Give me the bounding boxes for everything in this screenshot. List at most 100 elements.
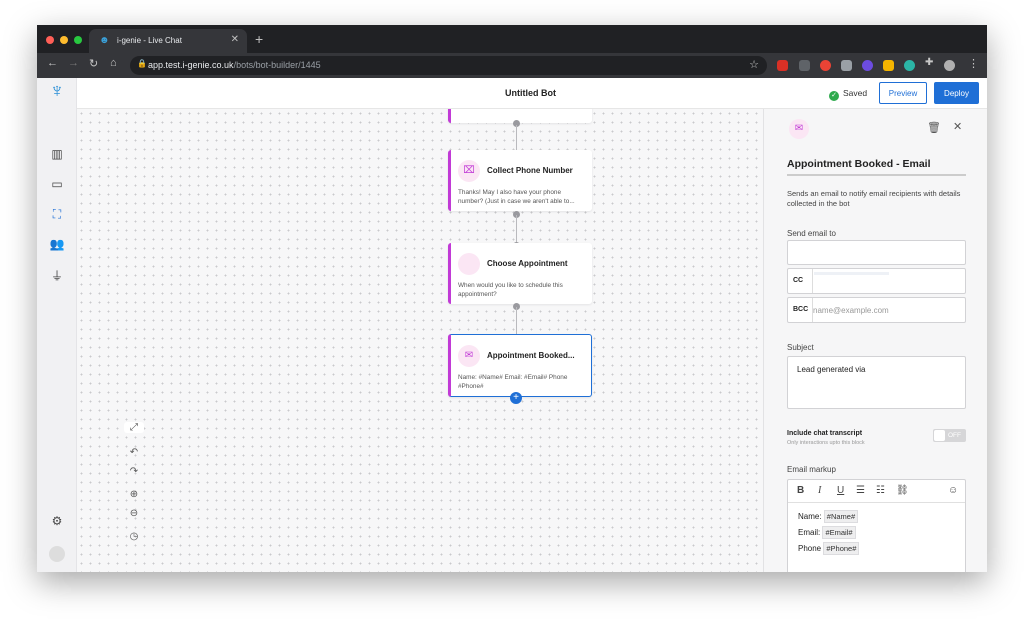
builder-header: Untitled Bot ✓ Saved Preview Deploy: [77, 78, 987, 109]
cc-label: CC: [793, 277, 804, 284]
bold-icon[interactable]: B: [797, 485, 804, 496]
toggle-knob: [934, 430, 945, 441]
extension-icon[interactable]: [883, 60, 894, 71]
genie-logo[interactable]: ♆: [41, 80, 73, 108]
save-status: ✓ Saved: [829, 88, 867, 101]
extension-icon[interactable]: [777, 60, 788, 71]
fit-to-screen-icon[interactable]: ⤢: [124, 422, 144, 433]
browser-menu-icon[interactable]: ⋮: [968, 57, 979, 70]
markup-line: Name: #Name#: [798, 510, 859, 523]
subject-input[interactable]: Lead generated via: [787, 356, 966, 409]
connector-line: [516, 125, 517, 151]
italic-icon[interactable]: I: [818, 485, 821, 496]
markup-line: Phone #Phone#: [798, 542, 860, 555]
bot-title[interactable]: Untitled Bot: [505, 88, 556, 98]
bullet-list-icon[interactable]: ☰: [856, 485, 865, 496]
user-avatar[interactable]: [49, 546, 65, 562]
extensions-puzzle-icon[interactable]: ✚: [925, 57, 933, 68]
block-description: Sends an email to notify email recipient…: [787, 189, 961, 208]
numbered-list-icon[interactable]: ☷: [876, 485, 885, 496]
cc-field[interactable]: CC: [787, 268, 966, 294]
flow-node[interactable]: [448, 109, 592, 123]
subject-label: Subject: [787, 343, 814, 352]
genie-favicon-icon: ☻: [99, 35, 110, 46]
email-block-icon: ✉: [789, 119, 809, 139]
send-email-to-input[interactable]: [787, 240, 966, 265]
node-description: Name: #Name# Email: #Email# Phone #Phone…: [458, 374, 568, 390]
email-icon: ✉: [458, 345, 480, 367]
close-window-button[interactable]: [46, 36, 54, 44]
bcc-input[interactable]: name@example.com: [813, 306, 889, 315]
profile-avatar[interactable]: [944, 60, 955, 71]
transcript-toggle[interactable]: OFF: [933, 429, 966, 442]
delete-trash-icon[interactable]: 🗑: [927, 121, 941, 134]
browser-toolbar: ← → ↻ ⌂ 🔒 app.test.i-genie.co.uk/bots/bo…: [37, 53, 987, 78]
transcript-hint: Only interactions upto this block: [787, 440, 865, 446]
flow-node-collect-phone[interactable]: ⌧ Collect Phone Number Thanks! May I als…: [448, 150, 592, 211]
editor-toolbar: B I U ☰ ☷ ⛓ ☺: [788, 480, 965, 503]
back-icon[interactable]: ←: [47, 57, 58, 69]
connector-line: [516, 215, 517, 243]
flow-canvas[interactable]: ⌧ Collect Phone Number Thanks! May I als…: [77, 109, 763, 572]
calendar-icon: [458, 253, 480, 275]
zoom-out-icon[interactable]: ⊖: [124, 508, 144, 519]
email-markup-editor[interactable]: B I U ☰ ☷ ⛓ ☺ Name: #Name# Email: #Email…: [787, 479, 966, 572]
tab-title: i-genie - Live Chat: [117, 36, 182, 45]
node-title: Appointment Booked...: [487, 351, 575, 360]
browser-window: ☻ i-genie - Live Chat ✕ + ← → ↻ ⌂ 🔒 app.…: [37, 25, 987, 572]
close-tab-icon[interactable]: ✕: [231, 34, 239, 45]
bot-builder-icon[interactable]: ⛶: [49, 207, 65, 223]
new-tab-icon[interactable]: +: [255, 31, 263, 47]
subject-value: Lead generated via: [797, 365, 866, 374]
deploy-button[interactable]: Deploy: [934, 82, 979, 104]
minimize-window-button[interactable]: [60, 36, 68, 44]
phone-input-icon: ⌧: [458, 160, 480, 182]
extension-icon[interactable]: [820, 60, 831, 71]
home-icon[interactable]: ⌂: [110, 57, 117, 69]
url-text: app.test.i-genie.co.uk/bots/bot-builder/…: [148, 60, 321, 70]
undo-icon[interactable]: ↶: [124, 447, 144, 458]
bookmark-star-icon[interactable]: ☆: [749, 58, 759, 71]
markup-line: Email: #Email#: [798, 526, 856, 539]
underline-icon[interactable]: U: [837, 485, 844, 496]
preview-button[interactable]: Preview: [879, 82, 927, 104]
reload-icon[interactable]: ↻: [89, 57, 98, 70]
pocket-icon[interactable]: [841, 60, 852, 71]
transcript-label: Include chat transcript: [787, 430, 863, 437]
divider: [812, 269, 813, 293]
extension-icon[interactable]: [862, 60, 873, 71]
zoom-in-icon[interactable]: ⊕: [124, 489, 144, 500]
redo-icon[interactable]: ↷: [124, 466, 144, 477]
cc-input[interactable]: [814, 272, 889, 275]
send-email-to-label: Send email to: [787, 229, 836, 238]
address-bar[interactable]: 🔒 app.test.i-genie.co.uk/bots/bot-builde…: [130, 56, 767, 75]
integrations-plug-icon[interactable]: ⏚: [49, 267, 65, 283]
extension-icon[interactable]: [904, 60, 915, 71]
emoji-icon[interactable]: ☺: [948, 485, 958, 496]
contacts-icon[interactable]: 👥: [49, 237, 65, 253]
email-markup-label: Email markup: [787, 465, 836, 474]
node-title: Choose Appointment: [487, 259, 568, 268]
add-node-button[interactable]: +: [510, 392, 522, 404]
block-title-input[interactable]: Appointment Booked - Email: [787, 158, 966, 176]
extension-icon[interactable]: [799, 60, 810, 71]
history-clock-icon[interactable]: ◷: [124, 531, 144, 542]
settings-gear-icon[interactable]: ⚙: [49, 514, 65, 530]
chat-icon[interactable]: ▭: [49, 177, 65, 193]
flow-node-choose-appointment[interactable]: Choose Appointment When would you like t…: [448, 243, 592, 304]
forward-icon[interactable]: →: [68, 57, 79, 69]
close-panel-icon[interactable]: ✕: [953, 120, 962, 133]
lock-icon: 🔒: [137, 59, 147, 68]
saved-check-icon: ✓: [829, 91, 839, 101]
merge-tag: #Email#: [822, 526, 856, 539]
bcc-field[interactable]: BCC name@example.com: [787, 297, 966, 323]
analytics-icon[interactable]: ▥: [49, 147, 65, 163]
flow-node-appointment-booked[interactable]: ✉ Appointment Booked... Name: #Name# Ema…: [448, 334, 592, 397]
node-title: Collect Phone Number: [487, 166, 573, 175]
merge-tag: #Name#: [823, 510, 859, 523]
link-icon[interactable]: ⛓: [896, 485, 909, 496]
connector-line: [516, 307, 517, 335]
browser-tab[interactable]: ☻ i-genie - Live Chat ✕: [89, 29, 247, 53]
browser-tab-bar: ☻ i-genie - Live Chat ✕ +: [37, 25, 987, 53]
maximize-window-button[interactable]: [74, 36, 82, 44]
